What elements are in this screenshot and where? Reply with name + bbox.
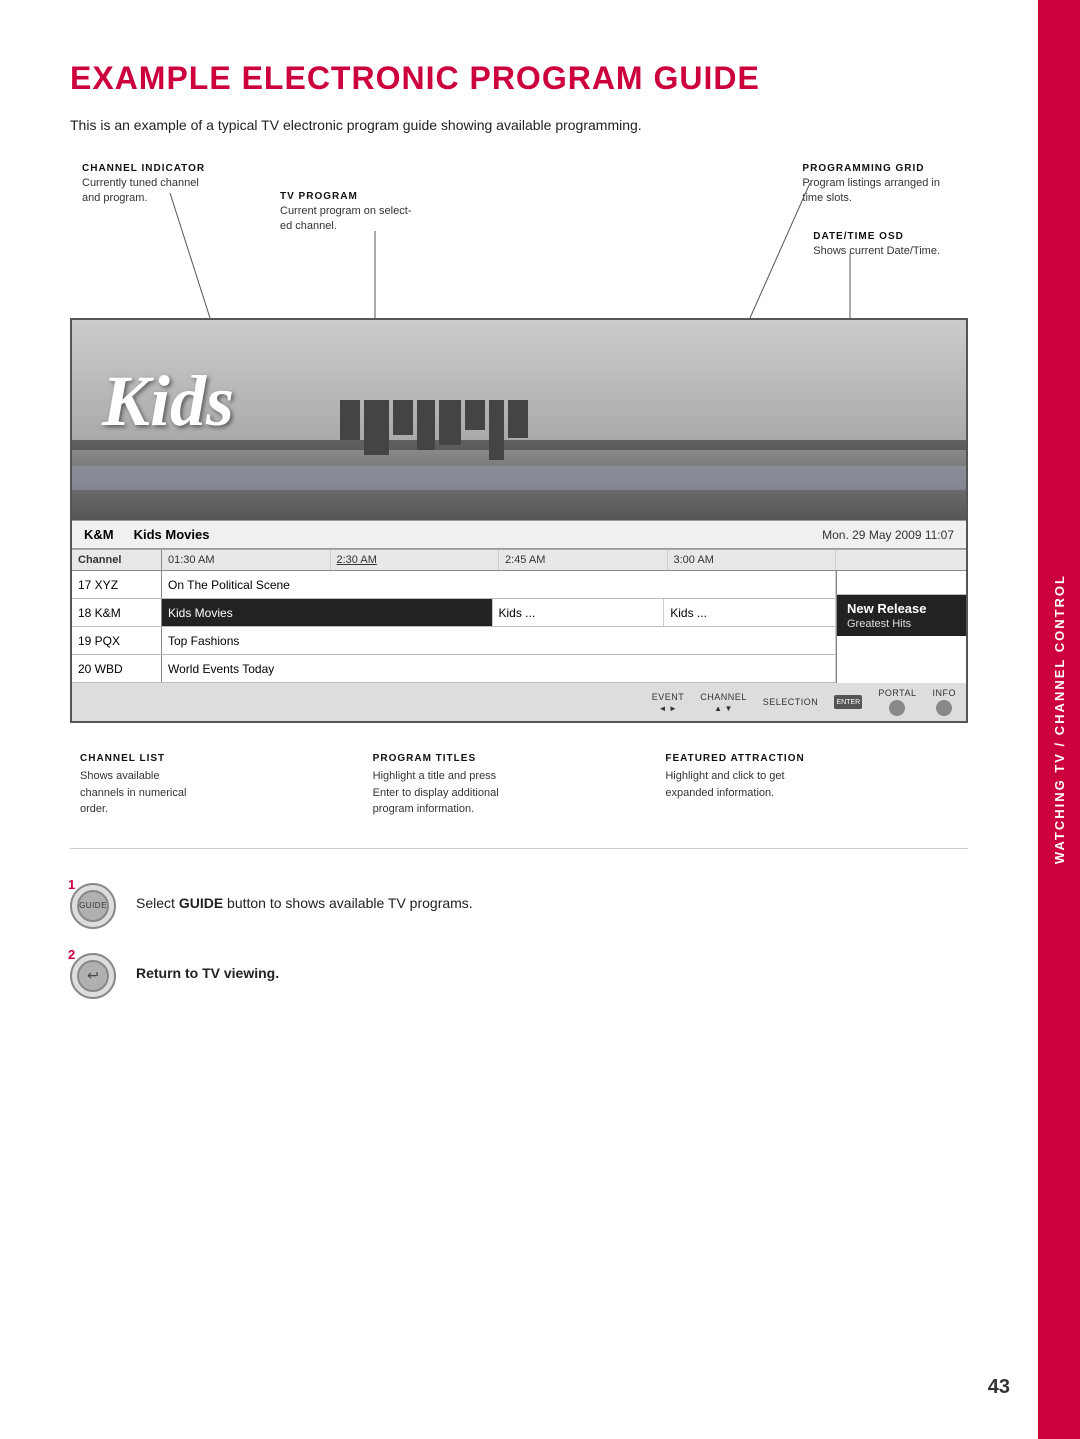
time-0230: 2:30 AM [331, 550, 500, 570]
program-kids-2[interactable]: Kids ... [664, 599, 836, 626]
control-selection-label: SELECTION [763, 697, 819, 707]
page-subtitle: This is an example of a typical TV elect… [70, 117, 968, 133]
annotation-datetime-osd: DATE/TIME OSD Shows current Date/Time. [813, 231, 940, 259]
featured-attraction-area: New Release Greatest Hits [836, 571, 966, 683]
time-0300: 3:00 AM [668, 550, 837, 570]
step-1-badge: 1 GUIDE [70, 879, 120, 929]
control-info[interactable]: INFO [933, 688, 957, 716]
guide-button-label: GUIDE [79, 901, 107, 910]
control-bar: EVENT ◄► CHANNEL ▲▼ SELECTION [72, 683, 966, 721]
table-row[interactable]: 17 XYZ On The Political Scene [72, 571, 836, 599]
return-button[interactable]: ↩ [77, 960, 109, 992]
below-annotations: CHANNEL LIST Shows availablechannels in … [70, 753, 968, 818]
control-info-label: INFO [933, 688, 957, 698]
featured-box[interactable]: New Release Greatest Hits [836, 595, 966, 636]
table-row[interactable]: 18 K&M Kids Movies Kids ... Kids ... [72, 599, 836, 627]
channel-arrows: ▲▼ [714, 704, 733, 713]
video-area: Kids [72, 320, 966, 520]
grid-rows: 17 XYZ On The Political Scene 18 K&M Kid… [72, 571, 836, 683]
step-2-button[interactable]: ↩ [70, 953, 116, 999]
portal-button[interactable] [889, 700, 905, 716]
event-arrows: ◄► [659, 704, 678, 713]
step-1-suffix: button to shows available TV programs. [223, 895, 473, 911]
control-selection[interactable]: SELECTION [763, 697, 819, 707]
grid-rows-container: 17 XYZ On The Political Scene 18 K&M Kid… [72, 571, 966, 683]
page-number: 43 [988, 1376, 1010, 1399]
video-title-text: Kids [102, 360, 234, 443]
steps-section: 1 GUIDE Select GUIDE button to shows ava… [70, 879, 968, 999]
step-1-desc: Select GUIDE button to shows available T… [136, 893, 473, 914]
epg-screen: Kids K&M Kids Movies Mon. 29 May 2009 11… [70, 318, 968, 723]
section-divider [70, 848, 968, 849]
annotation-channel-list: CHANNEL LIST Shows availablechannels in … [80, 753, 373, 818]
control-event[interactable]: EVENT ◄► [652, 692, 685, 713]
channel-20wbd: 20 WBD [72, 655, 162, 682]
control-channel-label: CHANNEL [700, 692, 747, 702]
side-tab-text: WATCHING TV / CHANNEL CONTROL [1052, 574, 1067, 864]
channel-program: Kids Movies [134, 527, 210, 542]
step-1-bold: GUIDE [179, 895, 223, 911]
col-header-channel: Channel [72, 550, 162, 570]
info-button[interactable] [936, 700, 952, 716]
channel-19pqx: 19 PQX [72, 627, 162, 654]
enter-button[interactable]: ENTER [834, 695, 862, 709]
side-tab: WATCHING TV / CHANNEL CONTROL [1038, 0, 1080, 1439]
channel-id: K&M [84, 527, 114, 542]
program-top-fashions[interactable]: Top Fashions [162, 627, 836, 654]
time-0245: 2:45 AM [499, 550, 668, 570]
page-title: EXAMPLE ELECTRONIC PROGRAM GUIDE [70, 60, 968, 97]
programs-19pqx: Top Fashions [162, 627, 836, 654]
program-political-scene[interactable]: On The Political Scene [162, 571, 836, 598]
grid-header: Channel 01:30 AM 2:30 AM 2:45 AM 3:00 AM [72, 550, 966, 571]
guide-button[interactable]: GUIDE [77, 890, 109, 922]
step-1-number: 1 [68, 877, 75, 892]
step-2-number: 2 [68, 947, 75, 962]
featured-header-spacer [836, 550, 966, 570]
control-channel[interactable]: CHANNEL ▲▼ [700, 692, 747, 713]
annotation-tv-program: TV PROGRAM Current program on select-ed … [280, 191, 411, 235]
step-2: 2 ↩ Return to TV viewing. [70, 949, 968, 999]
channel-17xyz: 17 XYZ [72, 571, 162, 598]
program-kids-movies[interactable]: Kids Movies [162, 599, 493, 626]
control-portal-label: PORTAL [878, 688, 916, 698]
programs-17xyz: On The Political Scene [162, 571, 836, 598]
step-1: 1 GUIDE Select GUIDE button to shows ava… [70, 879, 968, 929]
step-1-button[interactable]: GUIDE [70, 883, 116, 929]
col-header-times: 01:30 AM 2:30 AM 2:45 AM 3:00 AM [162, 550, 836, 570]
featured-title: New Release [847, 601, 956, 616]
step-2-bold: Return to TV viewing. [136, 965, 279, 981]
program-grid: Channel 01:30 AM 2:30 AM 2:45 AM 3:00 AM [72, 549, 966, 683]
channel-18km: 18 K&M [72, 599, 162, 626]
channel-bar: K&M Kids Movies Mon. 29 May 2009 11:07 [72, 520, 966, 549]
annotation-featured-attraction: FEATURED ATTRACTION Highlight and click … [665, 753, 958, 818]
control-event-label: EVENT [652, 692, 685, 702]
table-row[interactable]: 19 PQX Top Fashions [72, 627, 836, 655]
annotation-program-titles: PROGRAM TITLES Highlight a title and pre… [373, 753, 666, 818]
program-kids-1[interactable]: Kids ... [493, 599, 665, 626]
programs-20wbd: World Events Today [162, 655, 836, 682]
time-0130: 01:30 AM [162, 550, 331, 570]
program-world-events[interactable]: World Events Today [162, 655, 836, 682]
step-2-desc: Return to TV viewing. [136, 963, 279, 984]
epg-diagram: CHANNEL INDICATOR Currently tuned channe… [70, 163, 968, 723]
table-row[interactable]: 20 WBD World Events Today [72, 655, 836, 683]
programs-18km: Kids Movies Kids ... Kids ... [162, 599, 836, 626]
control-portal[interactable]: PORTAL [878, 688, 916, 716]
control-enter[interactable]: ENTER [834, 695, 862, 709]
annotation-channel-indicator: CHANNEL INDICATOR Currently tuned channe… [82, 163, 205, 207]
return-icon: ↩ [87, 967, 99, 984]
featured-subtitle: Greatest Hits [847, 618, 956, 630]
channel-datetime: Mon. 29 May 2009 11:07 [822, 528, 954, 542]
annotation-programming-grid: PROGRAMMING GRID Program listings arrang… [802, 163, 940, 207]
step-2-badge: 2 ↩ [70, 949, 120, 999]
